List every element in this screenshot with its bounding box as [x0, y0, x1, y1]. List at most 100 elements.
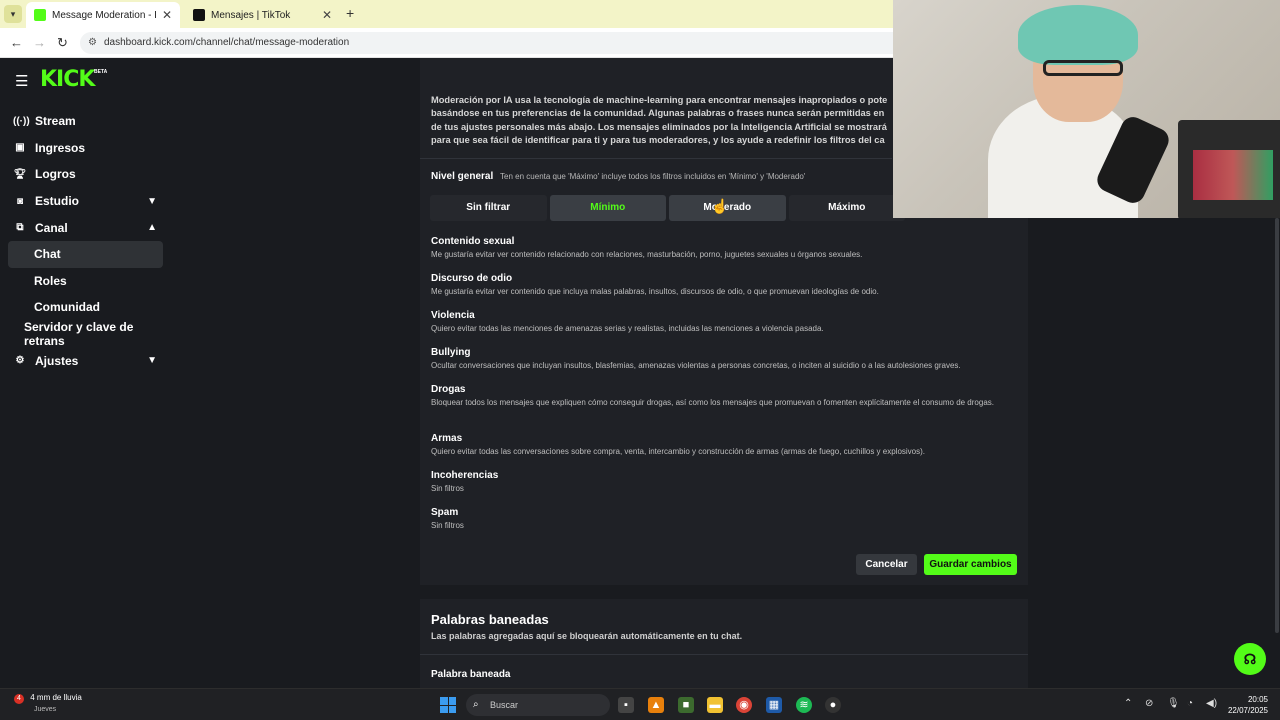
glasses-shape: [1043, 60, 1123, 76]
category-title: Violencia: [431, 310, 475, 321]
sidebar-item-label: Ajustes: [35, 353, 79, 368]
store-icon[interactable]: ▦: [766, 697, 782, 713]
weather-text: 4 mm de lluvia: [30, 693, 82, 702]
back-arrow-icon[interactable]: ←: [10, 35, 23, 50]
taskbar-search-input[interactable]: ⌕ Buscar: [466, 694, 610, 716]
category-item: Discurso de odio Me gustaría evitar ver …: [431, 273, 1011, 298]
category-title: Bullying: [431, 347, 471, 358]
category-title: Spam: [431, 507, 459, 518]
sidebar-item-comunidad[interactable]: Comunidad: [8, 294, 163, 321]
tiktok-favicon-icon: [193, 9, 205, 21]
clock[interactable]: 20:05 22/07/2025: [1224, 694, 1268, 716]
category-title: Incoherencias: [431, 470, 499, 481]
weather-day: Jueves: [34, 706, 57, 713]
cancel-button[interactable]: Cancelar: [856, 554, 917, 575]
category-item: Violencia Quiero evitar todas las mencio…: [431, 310, 1011, 335]
intro-line: para que sea fácil de identificar para t…: [431, 134, 885, 145]
category-desc: Quiero evitar todas las conversaciones s…: [431, 447, 926, 456]
tray-overflow-icon[interactable]: ⌃: [1124, 698, 1132, 709]
category-item: Spam Sin filtros: [431, 507, 1011, 532]
tab-title: Mensajes | TikTok: [211, 9, 291, 21]
category-desc: Me gustaría evitar ver contenido que inc…: [431, 287, 879, 296]
webcam-overlay: [893, 0, 1280, 218]
obs-icon[interactable]: ●: [825, 697, 841, 713]
person-hair-shape: [1018, 5, 1138, 65]
sidebar-item-ajustes[interactable]: ⚙ Ajustes ▼: [8, 347, 163, 374]
sidebar-item-servidor[interactable]: Servidor y clave de retrans: [8, 320, 163, 348]
sidebar-item-logros[interactable]: 🏆︎ Logros: [8, 161, 163, 188]
close-icon[interactable]: ✕: [322, 8, 332, 22]
weather-badge: 4: [14, 694, 24, 704]
banned-words-panel: Palabras baneadas Las palabras agregadas…: [420, 599, 1028, 688]
menu-icon[interactable]: ☰: [15, 72, 28, 90]
sidebar-item-label: Logros: [35, 167, 76, 182]
sidebar-item-label: Ingresos: [35, 140, 86, 155]
volume-icon[interactable]: ◀): [1206, 698, 1217, 709]
level-sin-filtrar-button[interactable]: Sin filtrar: [430, 195, 547, 221]
studio-icon: ◙: [16, 195, 24, 207]
category-item: Armas Quiero evitar todas las conversaci…: [431, 433, 1011, 458]
banned-words-title: Palabras baneadas: [431, 612, 549, 627]
windows-taskbar: 4 4 mm de lluvia Jueves ⌕ Buscar ▪ ▲ ■ ▬…: [0, 688, 1280, 720]
intro-line: Moderación por IA usa la tecnología de m…: [431, 95, 888, 105]
weather-widget[interactable]: 4 4 mm de lluvia Jueves: [14, 693, 82, 713]
close-icon[interactable]: ✕: [162, 8, 172, 22]
clock-date: 22/07/2025: [1227, 706, 1268, 715]
intro-text: Moderación por IA usa la tecnología de m…: [431, 94, 901, 147]
category-title: Drogas: [431, 384, 466, 395]
kick-logo[interactable]: KICK: [40, 67, 95, 92]
category-desc: Me gustaría evitar ver contenido relacio…: [431, 250, 863, 259]
sidebar-item-label: Canal: [35, 220, 68, 235]
chrome-icon[interactable]: ◉: [736, 697, 752, 713]
category-desc: Sin filtros: [431, 484, 464, 493]
gear-icon: ⚙: [15, 355, 25, 367]
tab-kick[interactable]: Message Moderation - Kick Da ✕: [26, 2, 180, 28]
hand-cursor-icon: ☝: [711, 198, 729, 214]
clock-time: 20:05: [1247, 695, 1268, 704]
intro-line: basándose en tus preferencias de la comu…: [431, 108, 885, 119]
wifi-icon[interactable]: ◔: [1187, 698, 1193, 709]
file-explorer-icon[interactable]: ▬: [707, 697, 723, 713]
level-label: Nivel general: [431, 171, 494, 182]
chevron-up-icon: ▲: [147, 222, 157, 234]
sidebar-item-roles[interactable]: Roles: [8, 268, 163, 295]
new-tab-button[interactable]: +: [346, 5, 354, 21]
chevron-down-icon: ▼: [147, 355, 157, 367]
keyboard-led-shape: [1193, 150, 1273, 200]
site-info-icon[interactable]: ⚙: [88, 32, 97, 54]
category-desc: Bloquear todos los mensajes que explique…: [431, 398, 994, 407]
page-scrollbar[interactable]: [1275, 218, 1279, 633]
support-chat-icon[interactable]: ☊: [1234, 643, 1266, 675]
channel-icon: ⧉: [16, 222, 24, 234]
sidebar-item-stream[interactable]: ((·)) Stream: [8, 108, 163, 135]
sidebar-item-label: Comunidad: [34, 300, 100, 315]
level-minimo-button[interactable]: Mínimo: [549, 195, 666, 221]
divider: [420, 654, 1028, 655]
divider: [420, 158, 892, 159]
sidebar-item-canal[interactable]: ⧉ Canal ▲: [8, 214, 163, 241]
microphone-icon[interactable]: 🎙︎: [1167, 698, 1180, 709]
sidebar-item-ingresos[interactable]: ▣ Ingresos: [8, 135, 163, 162]
level-maximo-button[interactable]: Máximo: [788, 195, 905, 221]
minecraft-icon[interactable]: ■: [678, 697, 694, 713]
spotify-icon[interactable]: ≋: [796, 697, 812, 713]
forward-arrow-icon[interactable]: →: [33, 35, 46, 50]
windows-start-icon[interactable]: [440, 697, 456, 713]
sidebar-item-label: Estudio: [35, 194, 79, 209]
tab-tiktok[interactable]: Mensajes | TikTok ✕: [185, 2, 340, 28]
vlc-icon[interactable]: ▲: [648, 697, 664, 713]
network-off-icon[interactable]: ⊘: [1145, 698, 1153, 709]
chevron-down-icon: ▼: [147, 195, 157, 207]
search-icon: ⌕: [473, 699, 479, 710]
sidebar-item-label: Roles: [34, 273, 67, 288]
save-changes-button[interactable]: Guardar cambios: [924, 554, 1017, 575]
category-title: Contenido sexual: [431, 236, 515, 247]
category-desc: Ocultar conversaciones que incluyan insu…: [431, 361, 961, 370]
sidebar-item-chat[interactable]: Chat: [8, 240, 163, 268]
task-view-icon[interactable]: ▪: [618, 697, 634, 713]
sidebar-item-label: Stream: [35, 114, 76, 129]
trophy-icon: 🏆︎: [13, 168, 27, 180]
tab-search-button[interactable]: ▾: [4, 5, 22, 23]
sidebar-item-estudio[interactable]: ◙ Estudio ▼: [8, 188, 163, 215]
reload-icon[interactable]: ↻: [57, 35, 68, 51]
